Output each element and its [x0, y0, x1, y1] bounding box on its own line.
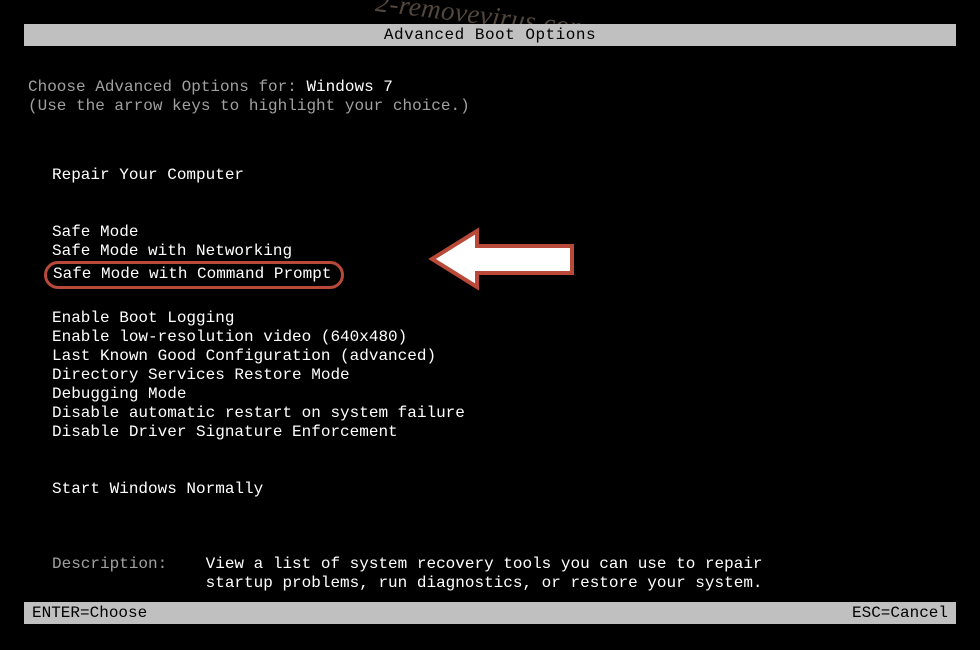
header-line: Choose Advanced Options for: Windows 7	[28, 78, 952, 97]
menu-item-last-known-good[interactable]: Last Known Good Configuration (advanced)	[52, 347, 436, 366]
menu-item-low-res[interactable]: Enable low-resolution video (640x480)	[52, 328, 407, 347]
pointer-arrow-icon	[422, 221, 582, 302]
footer-enter-hint: ENTER=Choose	[32, 604, 147, 622]
menu-item-disable-driver-sig[interactable]: Disable Driver Signature Enforcement	[52, 423, 398, 442]
footer-bar: ENTER=Choose ESC=Cancel	[24, 602, 956, 624]
description-label: Description:	[52, 555, 206, 573]
menu-item-safe-mode[interactable]: Safe Mode	[52, 223, 138, 242]
boot-menu[interactable]: Repair Your Computer Safe Mode Safe Mode…	[52, 166, 952, 593]
menu-item-boot-logging[interactable]: Enable Boot Logging	[52, 309, 234, 328]
menu-item-start-normally[interactable]: Start Windows Normally	[52, 480, 263, 499]
description-text-2: startup problems, run diagnostics, or re…	[206, 574, 763, 592]
boot-options-title-bar: Advanced Boot Options	[24, 24, 956, 46]
description-indent	[52, 574, 206, 592]
description-block: Description: View a list of system recov…	[52, 555, 952, 593]
footer-esc-hint: ESC=Cancel	[852, 604, 948, 622]
menu-item-safe-mode-networking[interactable]: Safe Mode with Networking	[52, 242, 292, 261]
os-name: Windows 7	[306, 78, 392, 96]
menu-item-debugging[interactable]: Debugging Mode	[52, 385, 186, 404]
menu-item-disable-auto-restart[interactable]: Disable automatic restart on system fail…	[52, 404, 465, 423]
menu-item-safe-mode-cmd[interactable]: Safe Mode with Command Prompt	[53, 265, 331, 284]
instruction-line: (Use the arrow keys to highlight your ch…	[28, 97, 952, 116]
menu-item-ds-restore[interactable]: Directory Services Restore Mode	[52, 366, 350, 385]
description-text-1: View a list of system recovery tools you…	[206, 555, 763, 573]
page-title: Advanced Boot Options	[384, 26, 596, 44]
header-prefix: Choose Advanced Options for:	[28, 78, 306, 96]
menu-item-repair[interactable]: Repair Your Computer	[52, 166, 244, 185]
menu-item-highlighted[interactable]: Safe Mode with Command Prompt	[44, 261, 344, 289]
main-content: Choose Advanced Options for: Windows 7 (…	[28, 78, 952, 593]
